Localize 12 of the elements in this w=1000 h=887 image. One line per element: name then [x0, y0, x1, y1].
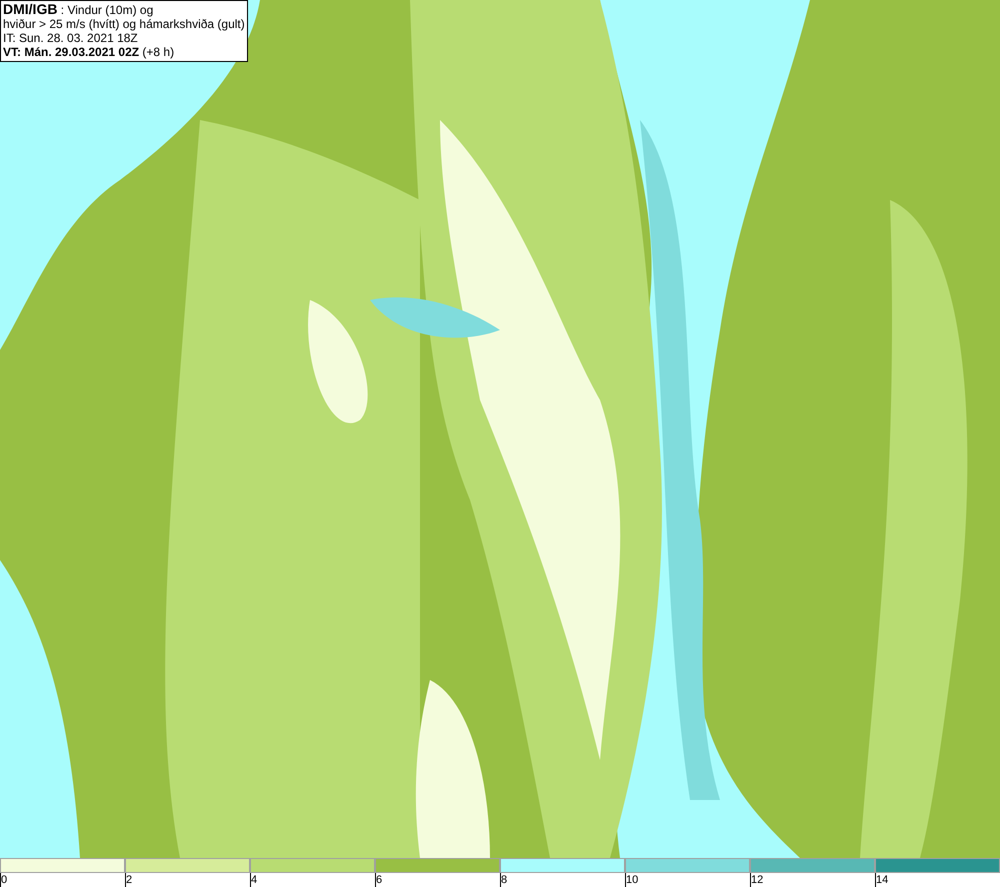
legend-label: 6 [375, 873, 382, 887]
legend-label: 4 [250, 873, 258, 887]
legend-label: 8 [500, 873, 508, 887]
info-text: DMI/IGB : Vindur (10m) og [3, 2, 154, 17]
info-text: VT: Mán. 29.03.2021 02Z (+8 h) [3, 45, 176, 59]
info-text: IT: Sun. 28. 03. 2021 18Z [3, 31, 139, 45]
legend-label: 2 [125, 873, 132, 887]
legend-label: 10 [625, 873, 638, 887]
legend-label: 12 [750, 873, 764, 887]
info-text: hviður > 25 m/s (hvítt) og hámarkshviða (gult) [3, 17, 245, 31]
legend-label: 0 [0, 873, 8, 887]
legend-label: 14 [875, 873, 888, 887]
